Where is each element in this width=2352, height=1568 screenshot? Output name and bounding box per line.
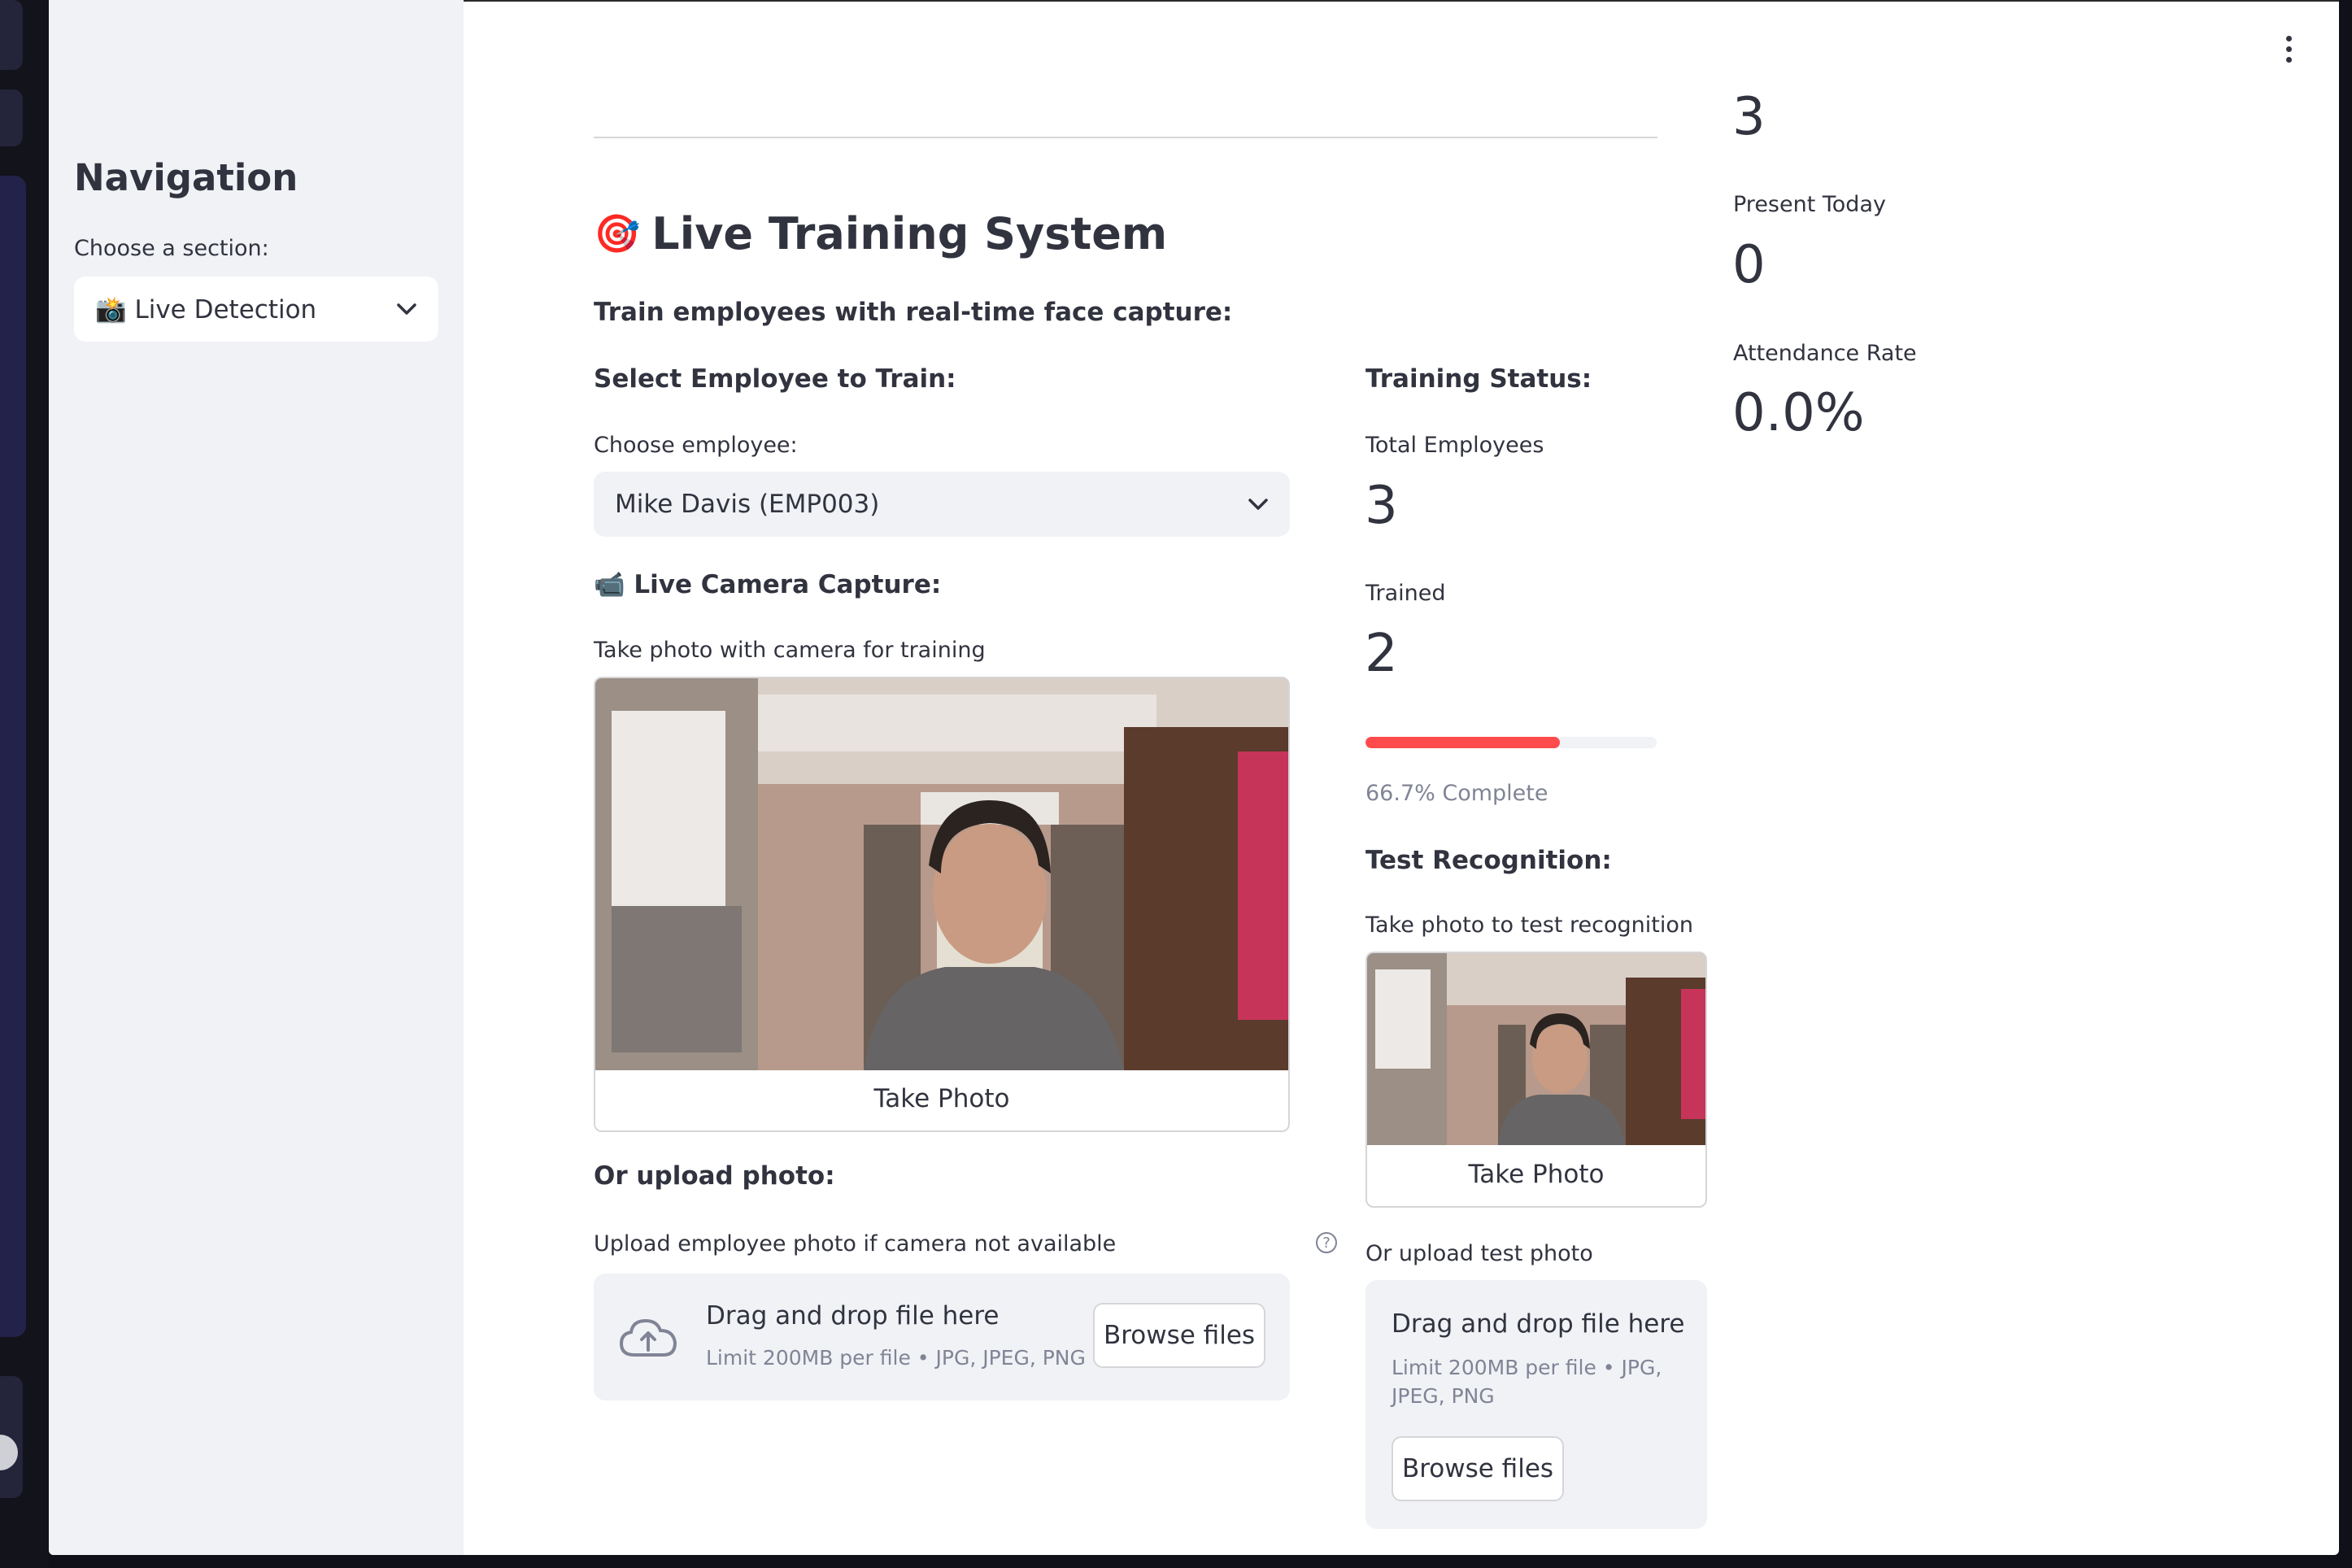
upload-limit-text: Limit 200MB per file • JPG, JPEG, PNG (706, 1346, 1086, 1370)
test-upload-limit-line2: JPEG, PNG (1392, 1384, 1495, 1408)
main-menu-icon[interactable] (2280, 36, 2297, 68)
attendance-rate-value: 0.0% (1732, 383, 1865, 443)
camera-preview-image (595, 678, 1288, 1070)
total-employees-value: 3 (1365, 476, 1398, 536)
desktop-widget (0, 0, 23, 70)
training-progress-fill (1365, 737, 1560, 748)
test-browse-files-button[interactable]: Browse files (1392, 1436, 1564, 1501)
section-select[interactable]: 📸 Live Detection (74, 277, 438, 342)
training-status-header: Training Status: (1365, 364, 1592, 394)
test-camera-label: Take photo to test recognition (1365, 912, 1693, 938)
metric-top-value: 3 (1732, 87, 1766, 147)
test-browse-files-label: Browse files (1401, 1454, 1554, 1483)
target-icon: 🎯 (594, 211, 641, 255)
camera-input-label: Take photo with camera for training (594, 638, 986, 663)
test-upload-label: Or upload test photo (1365, 1241, 1593, 1266)
select-employee-header: Select Employee to Train: (594, 364, 956, 394)
training-camera: Take Photo (594, 677, 1290, 1132)
chevron-down-icon (1248, 499, 1268, 510)
test-recognition-header: Test Recognition: (1365, 846, 1612, 875)
upload-photo-label: Upload employee photo if camera not avai… (594, 1231, 1117, 1257)
employee-photo-uploader[interactable]: Drag and drop file here Limit 200MB per … (594, 1274, 1290, 1400)
take-photo-label: Take Photo (873, 1084, 1010, 1113)
test-take-photo-label: Take Photo (1468, 1160, 1605, 1189)
chevron-down-icon (397, 303, 416, 315)
test-camera-preview-image (1367, 953, 1705, 1145)
section-select-value: 📸 Live Detection (95, 294, 317, 324)
trained-value: 2 (1365, 624, 1398, 684)
test-photo-uploader[interactable]: Drag and drop file here Limit 200MB per … (1365, 1280, 1707, 1529)
upload-drag-text: Drag and drop file here (706, 1301, 1000, 1331)
upload-photo-header: Or upload photo: (594, 1161, 835, 1191)
present-today-label: Present Today (1733, 192, 1886, 217)
employee-select[interactable]: Mike Davis (EMP003) (594, 472, 1290, 537)
total-employees-label: Total Employees (1365, 433, 1544, 458)
divider (594, 137, 1657, 138)
take-photo-button[interactable]: Take Photo (595, 1067, 1288, 1130)
sidebar-title: Navigation (74, 156, 298, 199)
page-subtitle: Train employees with real-time face capt… (594, 298, 1233, 327)
browse-files-label: Browse files (1103, 1321, 1256, 1350)
attendance-rate-label: Attendance Rate (1733, 341, 1917, 366)
choose-employee-label: Choose employee: (594, 433, 798, 458)
training-progress-bar (1365, 737, 1657, 748)
section-select-label: Choose a section: (74, 236, 269, 261)
desktop-edge (0, 0, 49, 1568)
desktop-dock (0, 176, 26, 1337)
test-upload-drag-text: Drag and drop file here (1392, 1309, 1685, 1339)
browse-files-button[interactable]: Browse files (1093, 1303, 1265, 1368)
training-progress-text: 66.7% Complete (1365, 781, 1548, 806)
employee-select-value: Mike Davis (EMP003) (615, 490, 880, 519)
test-upload-limit-text: Limit 200MB per file • JPG, JPEG, PNG (1392, 1353, 1662, 1410)
desktop-widget (0, 89, 23, 146)
app-window: Navigation Choose a section: 📸 Live Dete… (49, 0, 2339, 1555)
test-take-photo-button[interactable]: Take Photo (1367, 1143, 1705, 1206)
present-today-value: 0 (1732, 235, 1766, 295)
help-icon[interactable]: ? (1316, 1232, 1337, 1253)
trained-label: Trained (1365, 581, 1446, 606)
test-upload-limit-line1: Limit 200MB per file • JPG, (1392, 1356, 1662, 1379)
cloud-upload-icon (619, 1318, 677, 1357)
test-camera: Take Photo (1365, 952, 1707, 1208)
live-camera-header: 📹 Live Camera Capture: (594, 570, 942, 599)
page-title-text: Live Training System (651, 208, 1168, 259)
sidebar: Navigation Choose a section: 📸 Live Dete… (49, 0, 464, 1555)
main-content: 3 Present Today 0 Attendance Rate 0.0% 🎯… (464, 0, 2339, 1555)
page-title: 🎯 Live Training System (594, 208, 1167, 259)
